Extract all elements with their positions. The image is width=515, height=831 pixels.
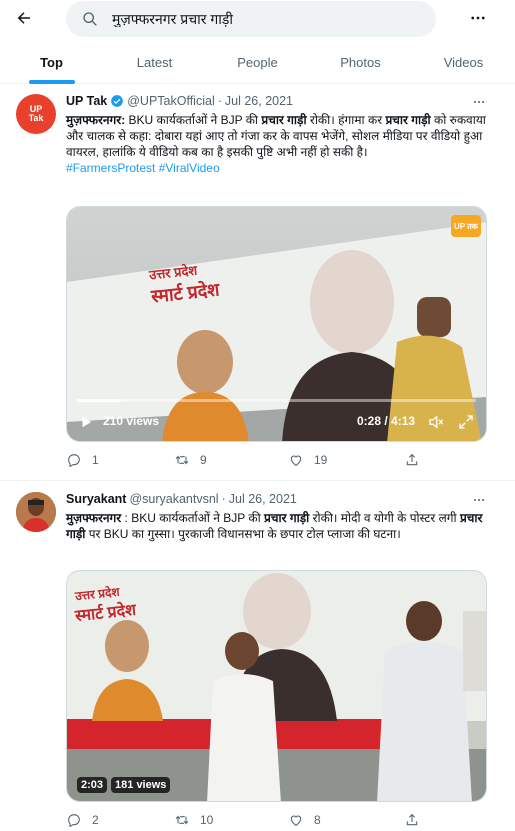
avatar[interactable] — [16, 492, 56, 532]
more-icon — [471, 16, 485, 20]
tab-label: Top — [40, 54, 63, 70]
video-progress-fill — [77, 399, 121, 402]
avatar-logo-text: UP Tak — [28, 104, 44, 123]
search-header: Top Latest People Photos Videos — [0, 0, 515, 84]
reply-icon — [68, 454, 80, 468]
tab-videos[interactable]: Videos — [412, 40, 515, 84]
more-options-button[interactable] — [464, 6, 492, 30]
video-duration: 2:03 — [77, 777, 108, 793]
tweet-actions: 2 10 8 — [66, 812, 486, 831]
tab-people[interactable]: People — [206, 40, 309, 84]
separator-dot: · — [221, 492, 226, 506]
play-button[interactable] — [77, 413, 95, 431]
location-lead: मुज़फ्फरनगर — [66, 511, 122, 525]
heart-icon — [290, 815, 302, 826]
tab-label: Photos — [340, 54, 381, 70]
tab-photos[interactable]: Photos — [309, 40, 412, 84]
text-segment: पर BKU का गुस्सा। पुरकाजी विधानसभा के छप… — [85, 527, 401, 541]
video-player[interactable]: उत्तर प्रदेश स्मार्ट प्रदेश UP तक 210 vi… — [66, 206, 487, 442]
tweet[interactable]: UP Tak UP Tak @UPTakOfficial · Jul 26, 2… — [0, 84, 515, 481]
reply-button[interactable]: 2 — [66, 812, 99, 828]
highlighted-term: प्रचार गाड़ी — [385, 113, 431, 127]
tweet-date[interactable]: Jul 26, 2021 — [225, 94, 293, 108]
video-player[interactable]: उत्तर प्रदेश स्मार्ट प्रदेश 2:03 181 vie… — [66, 570, 487, 802]
more-icon — [473, 498, 485, 502]
retweet-button[interactable]: 9 — [174, 452, 207, 468]
search-icon — [83, 12, 97, 26]
fullscreen-icon — [459, 415, 473, 429]
text-segment: BKU कार्यकर्ताओं ने BJP की — [125, 113, 262, 127]
share-button[interactable] — [404, 452, 430, 468]
more-icon — [473, 100, 485, 104]
retweet-count: 9 — [200, 453, 207, 467]
author-name[interactable]: UP Tak — [66, 94, 107, 108]
tab-top[interactable]: Top — [0, 40, 103, 84]
video-frame — [67, 207, 486, 441]
reply-button[interactable]: 1 — [66, 452, 99, 468]
author-handle[interactable]: @UPTakOfficial — [127, 94, 214, 108]
highlighted-term: प्रचार गाड़ी — [261, 113, 307, 127]
tab-label: People — [237, 54, 278, 70]
fullscreen-button[interactable] — [457, 413, 475, 431]
search-input[interactable] — [112, 11, 412, 27]
separator-dot: · — [217, 94, 222, 108]
view-count: 210 views — [103, 414, 160, 428]
share-button[interactable] — [404, 812, 430, 828]
like-button[interactable]: 8 — [288, 812, 321, 828]
retweet-count: 10 — [200, 813, 214, 827]
tweet-text: मुज़फ्फरनगर: BKU कार्यकर्ताओं ने BJP की … — [66, 112, 486, 176]
tweet-more-button[interactable] — [466, 92, 492, 112]
retweet-button[interactable]: 10 — [174, 812, 213, 828]
tab-label: Latest — [136, 54, 173, 70]
search-tabs: Top Latest People Photos Videos — [0, 40, 515, 84]
muted-volume-icon — [429, 415, 444, 429]
like-count: 8 — [314, 813, 321, 827]
tweet[interactable]: Suryakant @suryakantvsnl · Jul 26, 2021 … — [0, 482, 515, 831]
avatar[interactable]: UP Tak — [16, 94, 56, 134]
tweet-header: UP Tak @UPTakOfficial · Jul 26, 2021 — [66, 94, 293, 108]
like-button[interactable]: 19 — [288, 452, 327, 468]
reply-count: 2 — [92, 813, 99, 827]
share-icon — [406, 813, 418, 826]
tweet-actions: 1 9 19 — [66, 452, 486, 472]
tweet-date[interactable]: Jul 26, 2021 — [229, 492, 297, 506]
location-lead: मुज़फ्फरनगर: — [66, 113, 126, 127]
retweet-icon — [175, 455, 189, 465]
reply-icon — [68, 814, 80, 828]
author-handle[interactable]: @suryakantvsnl — [129, 492, 218, 506]
reply-count: 1 — [92, 453, 99, 467]
tweet-header: Suryakant @suryakantvsnl · Jul 26, 2021 — [66, 492, 297, 506]
play-icon — [82, 416, 92, 428]
hashtags[interactable]: #FarmersProtest #ViralVideo — [66, 160, 486, 176]
text-segment: रोकी। मोदी व योगी के पोस्टर लगी — [309, 511, 460, 525]
mute-button[interactable] — [427, 413, 445, 431]
share-icon — [406, 453, 418, 466]
heart-icon — [290, 455, 302, 466]
text-segment: रोकी। हंगामा कर — [306, 113, 386, 127]
video-progress-bar[interactable] — [77, 399, 476, 402]
tweet-more-button[interactable] — [466, 490, 492, 510]
verified-badge-icon — [111, 95, 124, 107]
channel-badge: UP तक — [451, 215, 481, 237]
tweet-text: मुज़फ्फरनगर : BKU कार्यकर्ताओं ने BJP की… — [66, 510, 486, 542]
video-meta-overlay: 2:03 181 views — [77, 777, 171, 793]
retweet-icon — [175, 815, 189, 825]
back-arrow-icon — [17, 12, 30, 24]
search-box[interactable] — [66, 1, 436, 37]
view-count: 181 views — [111, 777, 171, 793]
back-button[interactable] — [8, 6, 40, 30]
author-name[interactable]: Suryakant — [66, 492, 126, 506]
tab-label: Videos — [443, 54, 484, 70]
video-time: 0:28 / 4:13 — [357, 414, 416, 428]
highlighted-term: प्रचार गाड़ी — [264, 511, 310, 525]
text-segment: : BKU कार्यकर्ताओं ने BJP की — [121, 511, 265, 525]
tab-latest[interactable]: Latest — [103, 40, 206, 84]
avatar-photo — [16, 492, 56, 532]
like-count: 19 — [314, 453, 328, 467]
